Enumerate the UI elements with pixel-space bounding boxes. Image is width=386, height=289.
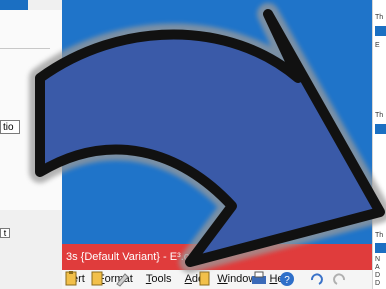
- paste-icon[interactable]: [65, 271, 77, 286]
- left-dialog-body: [0, 10, 62, 210]
- print-icon[interactable]: [252, 271, 266, 284]
- divider: [0, 48, 50, 49]
- right-panel-label: Th: [375, 112, 384, 119]
- paste-special-icon[interactable]: [199, 271, 210, 286]
- redo-icon[interactable]: [333, 273, 345, 285]
- right-panel-label: D: [375, 272, 381, 279]
- right-panel-selected-item[interactable]: [375, 26, 386, 36]
- app-toolbar: ?: [65, 271, 345, 287]
- right-panel-label: A: [375, 264, 380, 271]
- app-title-bar: 3s {Default Variant} - E³.cab: [62, 244, 372, 270]
- brush-icon[interactable]: [116, 273, 129, 287]
- right-panel-label: N: [375, 256, 381, 263]
- svg-text:?: ?: [284, 275, 290, 286]
- left-dialog: tio t: [0, 0, 62, 289]
- undo-icon[interactable]: [311, 273, 323, 285]
- desktop-background: [62, 0, 372, 244]
- left-dialog-titlebar: [0, 0, 28, 10]
- right-panel-label: Th: [375, 14, 384, 21]
- clipboard-icon[interactable]: [91, 271, 103, 286]
- right-panel-selected-item[interactable]: [375, 243, 386, 253]
- right-panel-selected-item[interactable]: [375, 124, 386, 134]
- help-icon[interactable]: ?: [280, 272, 294, 286]
- right-panel-label: Th: [375, 232, 384, 239]
- right-side-panel: Th E Th Th N A D D: [372, 0, 386, 289]
- dialog-small-input[interactable]: t: [0, 228, 10, 238]
- right-panel-label: E: [375, 42, 380, 49]
- dialog-text-field[interactable]: tio: [0, 120, 20, 134]
- right-panel-label: D: [375, 280, 381, 287]
